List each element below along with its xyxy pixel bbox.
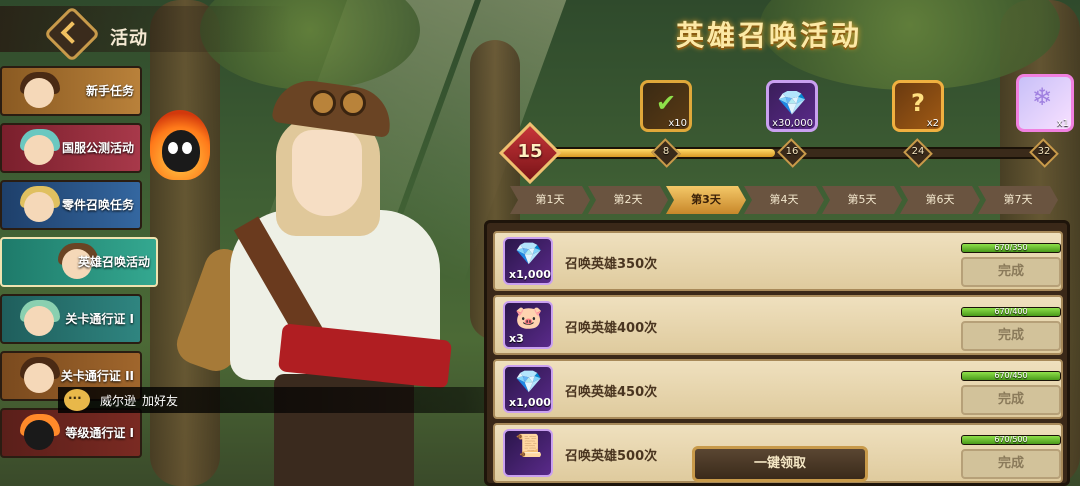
hero-character — [171, 60, 490, 486]
sidebar-item-level-pass-1[interactable]: 等级通行证 I — [0, 408, 142, 458]
task-row: 💎 x1,000 召唤英雄350次 670/350 完成 — [493, 231, 1063, 291]
task-row: 🐷 x3 召唤英雄400次 670/400 完成 — [493, 295, 1063, 355]
sidebar-item-hero-summon[interactable]: 英雄召唤活动 — [0, 237, 158, 287]
claim-all-button[interactable]: 一键领取 — [692, 446, 868, 482]
avatar — [14, 298, 66, 342]
reward-item-icon[interactable]: 💎 x1,000 — [503, 365, 553, 413]
avatar-face — [24, 78, 54, 108]
tab-day-3[interactable]: 第3天 — [666, 186, 746, 214]
task-progress-text: 670/400 — [994, 307, 1028, 316]
sidebar-item-label: 关卡通行证 I — [65, 312, 134, 326]
sidebar-item-public-beta[interactable]: 国服公测活动 — [0, 123, 142, 173]
task-progress-text: 670/350 — [994, 243, 1028, 252]
task-label: 召唤英雄400次 — [565, 321, 658, 336]
reward-chest-32[interactable]: ❄ x1 — [1016, 74, 1074, 132]
day-tabs: 第1天 第2天 第3天 第4天 第5天 第6天 第7天 — [510, 186, 1058, 214]
scroll-icon: 📜 — [515, 434, 543, 459]
reward-chest-16[interactable]: 💎 x30,000 — [766, 80, 818, 132]
milestone-label: 8 — [662, 146, 670, 157]
sidebar-item-part-summon[interactable]: 零件召唤任务 — [0, 180, 142, 230]
avatar-face — [24, 192, 54, 222]
avatar-face — [24, 306, 54, 336]
hero-goggle — [340, 90, 366, 116]
task-progress-bar: 670/500 — [961, 435, 1061, 445]
sidebar-item-label: 等级通行证 I — [65, 426, 134, 440]
chat-message: 加好友 — [142, 394, 179, 408]
reward-quantity: x1,000 — [509, 396, 551, 409]
task-progress-bar: 670/450 — [961, 371, 1061, 381]
tab-day-2[interactable]: 第2天 — [588, 186, 668, 214]
chevron-left-icon — [60, 21, 84, 44]
tab-day-1[interactable]: 第1天 — [510, 186, 590, 214]
hero-goggle — [310, 90, 336, 116]
task-progress-text: 670/450 — [994, 371, 1028, 380]
reward-chest-8[interactable]: ✔ x10 — [640, 80, 692, 132]
chat-sender-name: 威尔逊 — [100, 394, 137, 408]
avatar — [14, 70, 66, 114]
diamond-icon: 💎 — [777, 89, 807, 117]
avatar — [14, 127, 66, 171]
sidebar-item-newbie-tasks[interactable]: 新手任务 — [0, 66, 142, 116]
avatar — [14, 184, 66, 228]
tab-day-5[interactable]: 第5天 — [822, 186, 902, 214]
hero-face — [292, 130, 362, 216]
avatar-face — [24, 363, 54, 393]
complete-button[interactable]: 完成 — [961, 449, 1061, 479]
task-progress-bar: 670/400 — [961, 307, 1061, 317]
tab-day-7[interactable]: 第7天 — [978, 186, 1058, 214]
chat-dots: ··· — [68, 391, 82, 405]
sidebar-item-label: 新手任务 — [85, 84, 134, 98]
task-label: 召唤英雄500次 — [565, 449, 658, 464]
milestone-label: 24 — [911, 146, 925, 157]
sidebar-item-label: 国服公测活动 — [61, 141, 134, 155]
back-button[interactable] — [43, 5, 101, 63]
task-progress-bar: 670/350 — [961, 243, 1061, 253]
task-label: 召唤英雄450次 — [565, 385, 658, 400]
task-label: 召唤英雄350次 — [565, 257, 658, 272]
progress-count: 15 — [517, 141, 543, 162]
pig-token-icon: 🐷 — [515, 306, 543, 331]
avatar — [14, 412, 66, 456]
reward-quantity: x1,000 — [509, 268, 551, 281]
diamond-icon: 💎 — [515, 370, 543, 395]
reward-count: x1 — [1056, 118, 1069, 129]
complete-button[interactable]: 完成 — [961, 385, 1061, 415]
avatar-face — [24, 135, 54, 165]
chat-bubble-icon: ··· — [64, 389, 90, 411]
reward-count: x2 — [926, 118, 939, 129]
flame-eye — [168, 142, 178, 154]
reward-item-icon[interactable]: 📜 — [503, 429, 553, 477]
page-title: 活动 — [110, 28, 148, 49]
complete-button[interactable]: 完成 — [961, 321, 1061, 351]
task-row: 💎 x1,000 召唤英雄450次 670/450 完成 — [493, 359, 1063, 419]
reward-count: x10 — [668, 118, 687, 129]
reward-chest-24[interactable]: ? x2 — [892, 80, 944, 132]
sidebar-item-label: 英雄召唤活动 — [77, 255, 150, 269]
tab-day-6[interactable]: 第6天 — [900, 186, 980, 214]
mystery-box-icon: ? — [911, 89, 925, 117]
reward-count: x30,000 — [772, 118, 813, 129]
complete-button[interactable]: 完成 — [961, 257, 1061, 287]
header: 活动 — [0, 5, 290, 63]
tab-day-4[interactable]: 第4天 — [744, 186, 824, 214]
milestone-label: 16 — [785, 146, 799, 157]
reward-item-icon[interactable]: 🐷 x3 — [503, 301, 553, 349]
milestone-label: 32 — [1037, 146, 1051, 157]
diamond-icon: 💎 — [515, 242, 543, 267]
reward-quantity: x3 — [509, 332, 524, 345]
sidebar-item-label: 零件召唤任务 — [61, 198, 134, 212]
reward-item-icon[interactable]: 💎 x1,000 — [503, 237, 553, 285]
sidebar-item-stage-pass-1[interactable]: 关卡通行证 I — [0, 294, 142, 344]
event-title: 英雄召唤活动 — [676, 19, 863, 52]
crystal-icon: ❄ — [1031, 83, 1053, 111]
task-progress-text: 670/500 — [994, 435, 1028, 444]
avatar-face — [24, 420, 54, 450]
checkmark-token-icon: ✔ — [655, 89, 677, 117]
